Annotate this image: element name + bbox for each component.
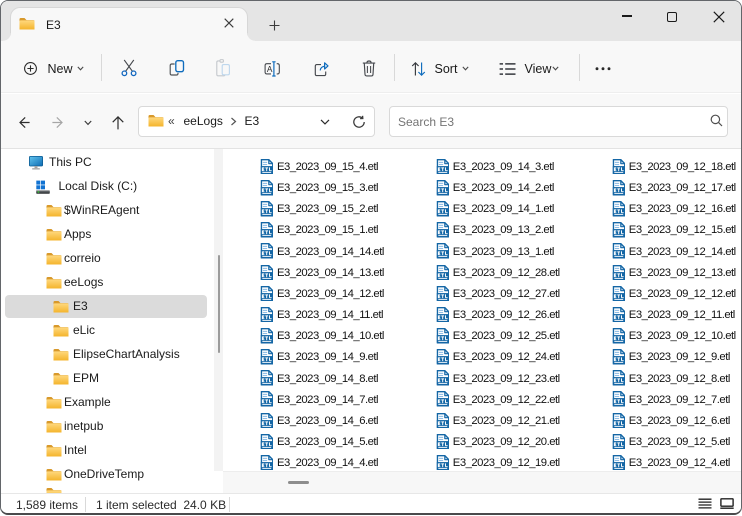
svg-text:A: A bbox=[266, 64, 272, 74]
